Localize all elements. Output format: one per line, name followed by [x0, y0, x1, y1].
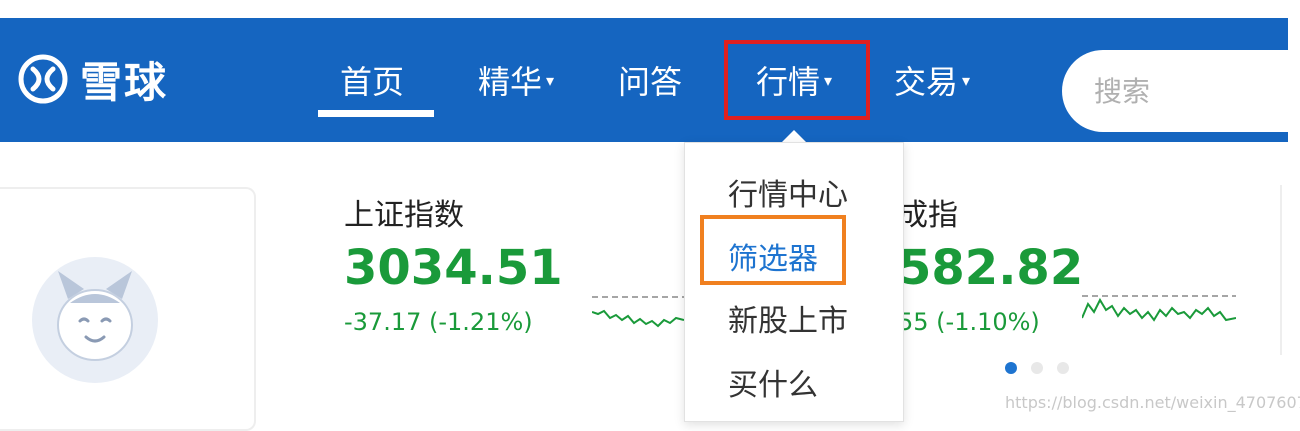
- chevron-down-icon: ▾: [546, 70, 555, 90]
- nav-label: 问答: [618, 63, 683, 101]
- nav-label: 首页: [340, 63, 405, 101]
- index-name[interactable]: 成指: [898, 190, 958, 234]
- nav-item-home[interactable]: 首页: [340, 56, 404, 104]
- active-tab-indicator: [318, 110, 434, 117]
- menu-item-market-center[interactable]: 行情中心: [728, 170, 848, 214]
- nav-label: 交易: [894, 63, 959, 101]
- index-change: -37.17 (-1.21%): [344, 308, 533, 336]
- snowball-logo-icon: [18, 54, 68, 104]
- search-input[interactable]: [1062, 50, 1300, 132]
- nav-label: 精华: [478, 63, 543, 101]
- carousel-dot[interactable]: [1031, 362, 1043, 374]
- highlight-box-screener: [700, 215, 846, 285]
- index-sparkline: [592, 296, 684, 328]
- chevron-down-icon: ▾: [962, 70, 971, 90]
- nav-item-qa[interactable]: 问答: [618, 56, 682, 104]
- nav-item-featured[interactable]: 精华 ▾: [478, 56, 554, 104]
- avatar[interactable]: [30, 255, 160, 385]
- index-name[interactable]: 上证指数: [344, 190, 464, 234]
- top-navbar: 雪球 首页 精华 ▾ 问答 行情 ▾ 交易 ▾: [0, 18, 1300, 142]
- highlight-box-market: [724, 40, 870, 120]
- menu-item-what-to-buy[interactable]: 买什么: [728, 360, 818, 404]
- nav-item-trade[interactable]: 交易 ▾: [894, 56, 970, 104]
- brand-logo[interactable]: 雪球: [18, 53, 168, 107]
- carousel-dot[interactable]: [1005, 362, 1017, 374]
- index-sparkline: [1082, 295, 1236, 322]
- carousel-dot[interactable]: [1057, 362, 1069, 374]
- brand-name: 雪球: [80, 57, 169, 107]
- menu-item-ipo[interactable]: 新股上市: [728, 296, 848, 340]
- card-divider: [1280, 185, 1282, 355]
- watermark-text: https://blog.csdn.net/weixin_47076071: [1005, 393, 1300, 412]
- index-change: 55 (-1.10%): [898, 308, 1040, 336]
- index-value: 582.82: [898, 240, 1084, 296]
- dropdown-arrow: [782, 130, 806, 142]
- index-value: 3034.51: [344, 240, 563, 296]
